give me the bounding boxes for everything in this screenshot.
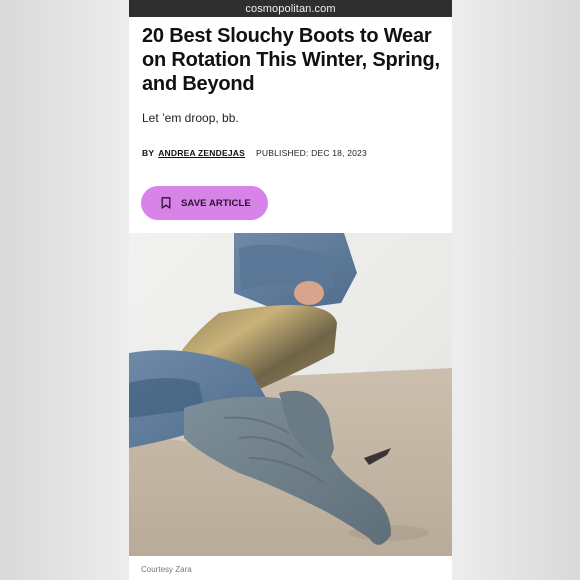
published-date: PUBLISHED: DEC 18, 2023 xyxy=(256,148,367,158)
article-headline: 20 Best Slouchy Boots to Wear on Rotatio… xyxy=(142,25,440,95)
phone-screen: cosmopolitan.com 20 Best Slouchy Boots t… xyxy=(129,0,452,580)
save-article-label: SAVE ARTICLE xyxy=(181,197,251,209)
author-link[interactable]: ANDREA ZENDEJAS xyxy=(158,148,245,158)
background-right xyxy=(452,0,580,580)
image-credit: Courtesy Zara xyxy=(141,565,192,574)
article-hero-image xyxy=(129,233,452,556)
byline: BY ANDREA ZENDEJAS xyxy=(142,148,245,158)
hero-photo xyxy=(129,233,452,556)
browser-url-bar[interactable]: cosmopolitan.com xyxy=(129,0,452,17)
byline-prefix: BY xyxy=(142,148,155,158)
save-article-button[interactable]: SAVE ARTICLE xyxy=(141,186,268,220)
bookmark-icon xyxy=(161,197,171,209)
background-left xyxy=(0,0,129,580)
article-dek: Let ’em droop, bb. xyxy=(142,111,239,125)
url-text: cosmopolitan.com xyxy=(245,2,336,15)
